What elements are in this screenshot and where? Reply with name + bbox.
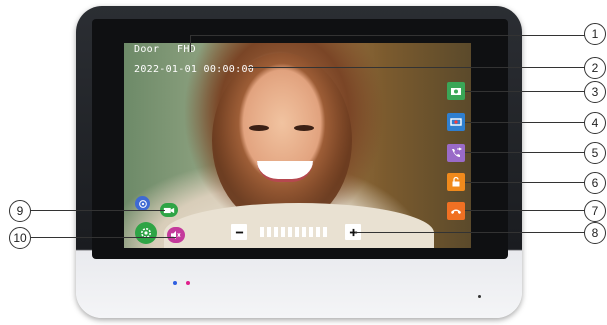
callout-6: 6 [584, 172, 606, 194]
hang-up-button[interactable] [447, 202, 465, 220]
callout-10: 10 [9, 227, 31, 249]
callout-5: 5 [584, 142, 606, 164]
callout-4: 4 [584, 112, 606, 134]
callout-2: 2 [584, 57, 606, 79]
intercom-button[interactable] [447, 144, 465, 162]
callout-1: 1 [584, 23, 606, 45]
callout-leader-4 [465, 122, 585, 123]
hang-up-icon [451, 209, 461, 214]
callout-leader-9 [29, 210, 165, 211]
callout-leader-3 [465, 91, 585, 92]
volume-segment [295, 227, 299, 237]
visitor-eye [249, 125, 269, 131]
speaker-mute-icon [171, 230, 181, 240]
volume-level-indicator [260, 227, 336, 237]
microphone-hole [478, 295, 481, 298]
visitor-eye [294, 125, 314, 131]
settings-button[interactable] [135, 222, 157, 244]
callout-9: 9 [9, 200, 31, 222]
callout-leader-6 [465, 182, 585, 183]
minus-icon [235, 231, 243, 233]
volume-segment [302, 227, 306, 237]
record-icon [450, 118, 462, 126]
callout-7: 7 [584, 200, 606, 222]
status-led-blue [173, 281, 177, 285]
status-led-pink [186, 281, 190, 285]
snapshot-button[interactable] [447, 82, 465, 100]
volume-segment [274, 227, 278, 237]
volume-segment [316, 227, 320, 237]
unlock-button[interactable] [447, 173, 465, 191]
callout-leader-10 [31, 237, 176, 238]
datetime-label: 2022-01-01 00:00:00 [134, 64, 255, 75]
callout-8: 8 [584, 222, 606, 244]
callout-leader-8 [355, 232, 585, 233]
volume-decrease-button[interactable] [231, 224, 247, 240]
callout-leader-5 [465, 152, 585, 153]
camera-icon [451, 88, 461, 95]
source-label: Door [134, 44, 160, 55]
monitor-switch-button[interactable] [135, 196, 150, 211]
callout-leader-1 [190, 35, 585, 36]
unlock-icon [452, 176, 460, 187]
volume-segment [281, 227, 285, 237]
callout-leader-7 [465, 210, 585, 211]
callout-3: 3 [584, 81, 606, 103]
phone-transfer-icon [452, 147, 462, 157]
callout-leader-1-drop [190, 35, 191, 52]
volume-segment [288, 227, 292, 237]
monitor-icon [138, 199, 147, 208]
callout-leader-2 [248, 67, 585, 68]
resolution-label: FHD [177, 44, 196, 55]
record-button[interactable] [447, 113, 465, 131]
visitor-video-image [212, 53, 352, 228]
volume-mute-button[interactable] [167, 227, 185, 243]
volume-segment [323, 227, 327, 237]
volume-control [231, 224, 362, 240]
volume-segment [309, 227, 313, 237]
volume-segment [260, 227, 264, 237]
volume-segment [267, 227, 271, 237]
